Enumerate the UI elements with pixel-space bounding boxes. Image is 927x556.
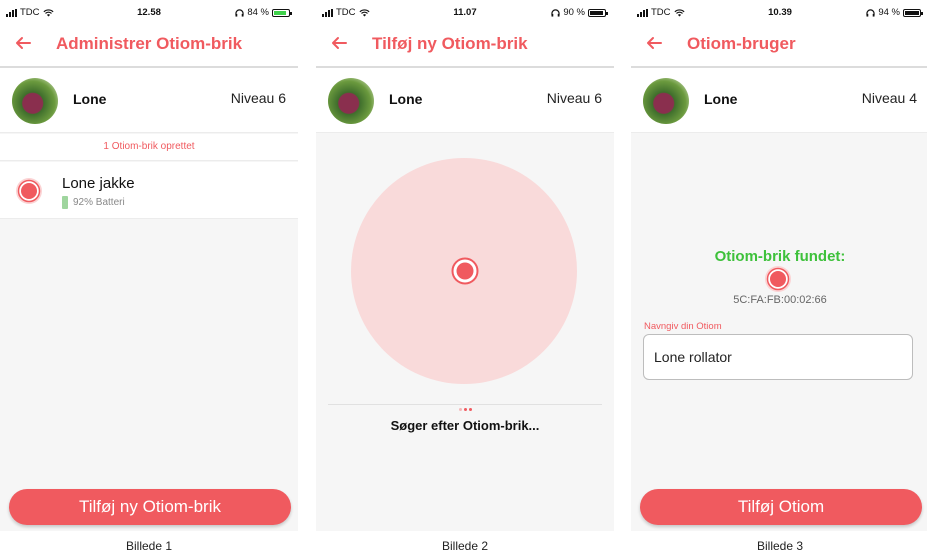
- caption-1: Billede 1: [125, 539, 173, 553]
- user-level: Niveau 4: [861, 90, 917, 106]
- name-field-label: Navngiv din Otiom: [644, 321, 722, 332]
- device-count-info: 1 Otiom-brik oprettet: [0, 134, 298, 161]
- app-bar: Tilføj ny Otiom-brik: [316, 22, 614, 68]
- avatar: [12, 78, 58, 124]
- battery-level-icon: [62, 196, 68, 209]
- back-arrow-icon[interactable]: [645, 34, 663, 52]
- otiom-target-icon: [765, 266, 791, 292]
- device-list-item[interactable]: Lone jakke 92% Batteri: [0, 162, 298, 219]
- page-title: Tilføj ny Otiom-brik: [372, 34, 528, 53]
- searching-status: Søger efter Otiom-brik...: [390, 418, 540, 433]
- user-level: Niveau 6: [230, 90, 286, 106]
- loading-indicator: [316, 408, 614, 411]
- battery-percent: 84 %: [247, 7, 269, 18]
- found-title: Otiom-brik fundet:: [714, 248, 846, 265]
- user-row: Lone Niveau 4: [631, 68, 927, 133]
- user-name: Lone: [73, 91, 107, 107]
- user-level: Niveau 6: [546, 90, 602, 106]
- user-row: Lone Niveau 6: [0, 68, 298, 133]
- user-row: Lone Niveau 6: [316, 68, 614, 133]
- battery-icon: [903, 8, 923, 17]
- add-otiom-button[interactable]: Tilføj Otiom: [640, 489, 922, 525]
- otiom-name-input[interactable]: [643, 334, 913, 380]
- battery-percent: 90 %: [563, 7, 585, 18]
- avatar: [328, 78, 374, 124]
- back-arrow-icon[interactable]: [14, 34, 32, 52]
- screen-administrer: TDC 12.58 84 % Administrer Otiom-brik Lo…: [0, 0, 298, 531]
- user-name: Lone: [389, 91, 423, 107]
- battery-icon: [588, 8, 608, 17]
- app-bar: Administrer Otiom-brik: [0, 22, 298, 68]
- add-otiom-brik-button[interactable]: Tilføj ny Otiom-brik: [9, 489, 291, 525]
- status-bar: TDC 10.39 94 %: [631, 0, 927, 22]
- screen-otiom-bruger: TDC 10.39 94 % Otiom-bruger Lone Niveau …: [631, 0, 927, 531]
- device-name: Lone jakke: [62, 175, 135, 192]
- back-arrow-icon[interactable]: [330, 34, 348, 52]
- caption-2: Billede 2: [441, 539, 489, 553]
- user-name: Lone: [704, 91, 738, 107]
- headphones-icon: [551, 8, 560, 17]
- app-bar: Otiom-bruger: [631, 22, 927, 68]
- divider: [328, 404, 602, 405]
- headphones-icon: [866, 8, 875, 17]
- page-title: Administrer Otiom-brik: [56, 34, 243, 53]
- status-bar: TDC 12.58 84 %: [0, 0, 298, 22]
- otiom-target-icon: [451, 257, 479, 285]
- status-bar: TDC 11.07 90 %: [316, 0, 614, 22]
- battery-icon: [272, 8, 292, 17]
- headphones-icon: [235, 8, 244, 17]
- screen-tilfoj: TDC 11.07 90 % Tilføj ny Otiom-brik Lone…: [316, 0, 614, 531]
- device-battery-label: 92% Batteri: [73, 197, 125, 208]
- device-mac-address: 5C:FA:FB:00:02:66: [733, 294, 827, 306]
- otiom-target-icon: [16, 178, 42, 204]
- page-title: Otiom-bruger: [687, 34, 796, 53]
- battery-percent: 94 %: [878, 7, 900, 18]
- device-battery: 92% Batteri: [62, 196, 125, 209]
- avatar: [643, 78, 689, 124]
- caption-3: Billede 3: [756, 539, 804, 553]
